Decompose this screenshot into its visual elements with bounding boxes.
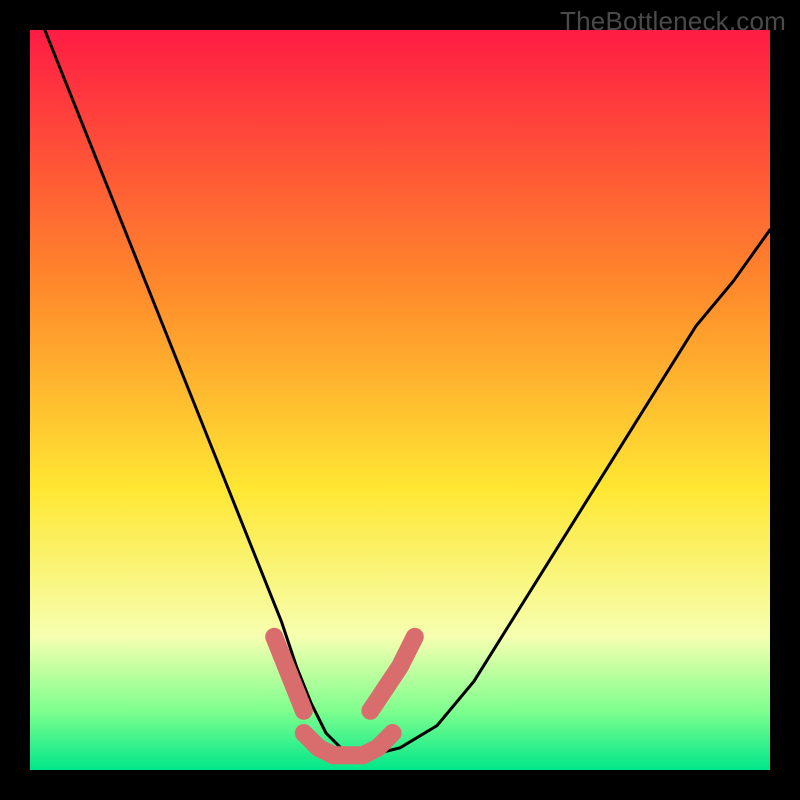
chart-frame: TheBottleneck.com [0,0,800,800]
chart-svg [30,30,770,770]
plot-area [30,30,770,770]
watermark: TheBottleneck.com [560,6,786,37]
